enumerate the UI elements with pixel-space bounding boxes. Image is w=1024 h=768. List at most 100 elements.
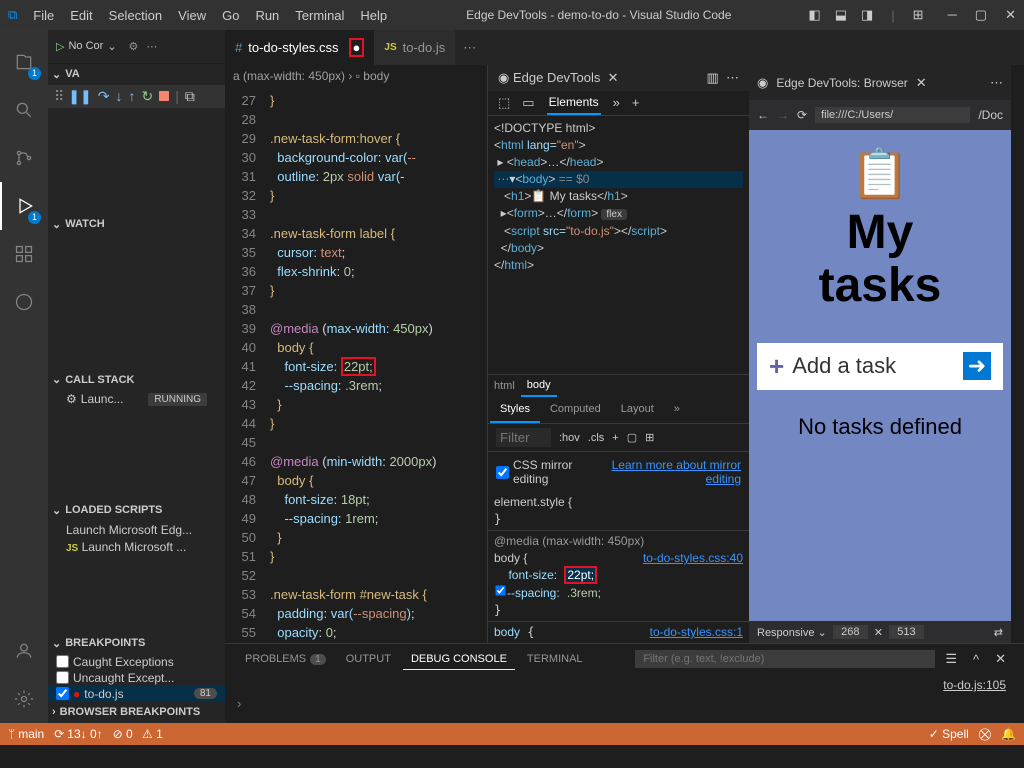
css-source-link[interactable]: to-do-styles.css:40 — [643, 550, 743, 567]
console-source-link[interactable]: to-do.js:105 — [225, 674, 1024, 696]
minimize-icon[interactable]: ─ — [948, 7, 957, 23]
console-filter-input[interactable] — [635, 650, 935, 668]
notifications-icon[interactable]: 🔔 — [1001, 727, 1016, 741]
media-rule[interactable]: @media (max-width: 450px) body {to-do-st… — [488, 530, 749, 621]
chevron-down-icon[interactable]: ⌄ — [107, 40, 116, 53]
rotate-icon[interactable]: ⇄ — [994, 626, 1003, 639]
filter-icon[interactable]: ☰ — [939, 651, 963, 667]
dom-tree[interactable]: <!DOCTYPE html> <html lang="en"> ▸ <head… — [488, 116, 749, 278]
close-tab-icon[interactable]: ✕ — [916, 75, 927, 91]
pause-icon[interactable]: ❚❚ — [68, 88, 91, 105]
tab-js[interactable]: JSto-do.js — [374, 30, 455, 65]
add-tab-icon[interactable]: + — [632, 95, 640, 110]
breakpoint-item[interactable]: Uncaught Except... — [48, 670, 225, 686]
source-control-icon[interactable] — [0, 134, 48, 182]
toggle-panel-right-icon[interactable]: ◨ — [855, 3, 879, 27]
device-icon[interactable]: ▭ — [522, 95, 534, 111]
checkbox[interactable] — [56, 687, 69, 700]
breakpoint-item[interactable]: Caught Exceptions — [48, 654, 225, 670]
menu-file[interactable]: File — [25, 4, 62, 27]
browser-tab[interactable]: ◉ Edge DevTools: Browser ✕ ⋯ — [749, 65, 1011, 100]
menu-selection[interactable]: Selection — [101, 4, 170, 27]
menu-view[interactable]: View — [170, 4, 214, 27]
breakpoints-header[interactable]: ⌄BREAKPOINTS — [48, 633, 225, 654]
toggle-panel-left-icon[interactable]: ◧ — [802, 3, 826, 27]
spell-status[interactable]: ✓ Spell — [929, 727, 969, 741]
mirror-link[interactable]: Learn more about mirror editing — [600, 458, 741, 486]
run-config[interactable]: ▷ No Cor ⌄ ⚙ ⋯ — [48, 40, 165, 53]
add-rule-icon[interactable]: + — [612, 432, 618, 444]
code-content[interactable]: } .new-task-form:hover { background-colo… — [270, 65, 436, 643]
body-node-tab[interactable]: body — [521, 375, 557, 397]
box-model-icon[interactable]: ▢ — [627, 431, 637, 444]
element-style-rule[interactable]: element.style {} — [488, 492, 749, 530]
breakpoint-item[interactable]: ●to-do.js81 — [48, 686, 225, 702]
loaded-scripts-header[interactable]: ⌄LOADED SCRIPTS — [48, 500, 225, 521]
menu-edit[interactable]: Edit — [62, 4, 100, 27]
step-out-icon[interactable]: ↑ — [128, 88, 135, 104]
loaded-script-item[interactable]: JS Launch Microsoft ... — [48, 538, 225, 555]
breadcrumb[interactable]: a (max-width: 450px) › ▫ body — [225, 65, 487, 87]
screencast-icon[interactable]: ⧉ — [185, 88, 195, 105]
explorer-icon[interactable]: 1 — [0, 38, 48, 86]
elements-tab[interactable]: Elements — [547, 91, 601, 115]
tab-css[interactable]: #to-do-styles.css ● — [225, 30, 374, 65]
search-icon[interactable] — [0, 86, 48, 134]
call-stack-header[interactable]: ⌄CALL STACK — [48, 369, 225, 390]
branch-status[interactable]: ᛘ main — [8, 727, 44, 741]
maximize-icon[interactable]: ▢ — [975, 7, 987, 23]
width-input[interactable] — [833, 625, 868, 639]
toggle-panel-bottom-icon[interactable]: ⬓ — [829, 3, 853, 27]
problems-tab[interactable]: PROBLEMS1 — [237, 649, 334, 669]
close-icon[interactable]: ✕ — [1005, 7, 1016, 23]
browser-breakpoints-header[interactable]: ›BROWSER BREAKPOINTS — [48, 702, 225, 723]
customize-layout-icon[interactable]: ⊞ — [907, 3, 930, 27]
settings-icon[interactable] — [0, 675, 48, 723]
drag-handle-icon[interactable]: ⠿ — [54, 88, 62, 105]
styles-filter-input[interactable] — [496, 428, 551, 447]
play-icon[interactable]: ▷ — [56, 40, 64, 53]
checkbox[interactable] — [56, 671, 69, 684]
more-icon[interactable]: ⋯ — [726, 70, 739, 86]
devtools-tab[interactable]: ◉ Edge DevTools ✕ ▥ ⋯ — [488, 65, 749, 91]
reload-icon[interactable]: ⟳ — [797, 108, 807, 122]
terminal-tab[interactable]: TERMINAL — [519, 649, 591, 669]
output-tab[interactable]: OUTPUT — [338, 649, 399, 669]
close-panel-icon[interactable]: ✕ — [989, 651, 1012, 667]
prop-checkbox[interactable] — [495, 585, 505, 595]
add-task-input[interactable]: + Add a task ➜ — [757, 343, 1003, 390]
call-stack-item[interactable]: ⚙ Launc... RUNNING — [48, 390, 225, 408]
overflow-icon[interactable]: » — [664, 397, 690, 423]
computed-tab[interactable]: Computed — [540, 397, 611, 423]
watch-header[interactable]: ⌄WATCH — [48, 214, 225, 235]
inspect-icon[interactable]: ⬚ — [498, 95, 510, 111]
submit-arrow-icon[interactable]: ➜ — [963, 352, 991, 380]
back-icon[interactable]: ← — [757, 108, 769, 122]
html-node-tab[interactable]: html — [488, 375, 521, 397]
styles-tab[interactable]: Styles — [490, 397, 540, 423]
cls-toggle[interactable]: .cls — [588, 432, 605, 444]
browser-viewport[interactable]: 📋 Mytasks + Add a task ➜ No tasks define… — [749, 130, 1011, 621]
height-input[interactable] — [889, 625, 924, 639]
sync-status[interactable]: ⟳ 13↓ 0↑ — [54, 727, 102, 741]
more-icon[interactable]: ⋯ — [146, 40, 157, 53]
restart-icon[interactable]: ↻ — [141, 88, 153, 105]
problems-status[interactable]: ⊘ 0 ⚠ 1 — [113, 727, 163, 741]
css-source-link[interactable]: to-do-styles.css:1 — [650, 624, 743, 641]
accounts-icon[interactable] — [0, 627, 48, 675]
checkbox[interactable] — [56, 655, 69, 668]
tab-overflow-icon[interactable]: ⋯ — [455, 40, 484, 56]
extensions-icon[interactable] — [0, 230, 48, 278]
menu-help[interactable]: Help — [352, 4, 395, 27]
menu-run[interactable]: Run — [247, 4, 287, 27]
url-input[interactable] — [815, 107, 970, 123]
responsive-dropdown[interactable]: Responsive ⌄ — [757, 626, 827, 639]
split-editor-icon[interactable]: ▥ — [706, 70, 718, 86]
forward-icon[interactable]: → — [777, 108, 789, 122]
gear-icon[interactable]: ⚙ — [129, 40, 139, 53]
stop-icon[interactable] — [159, 91, 169, 101]
menu-go[interactable]: Go — [214, 4, 247, 27]
loaded-script-item[interactable]: Launch Microsoft Edg... — [48, 521, 225, 538]
variables-header[interactable]: ⌄VA — [48, 64, 225, 85]
mirror-checkbox[interactable] — [496, 466, 509, 479]
